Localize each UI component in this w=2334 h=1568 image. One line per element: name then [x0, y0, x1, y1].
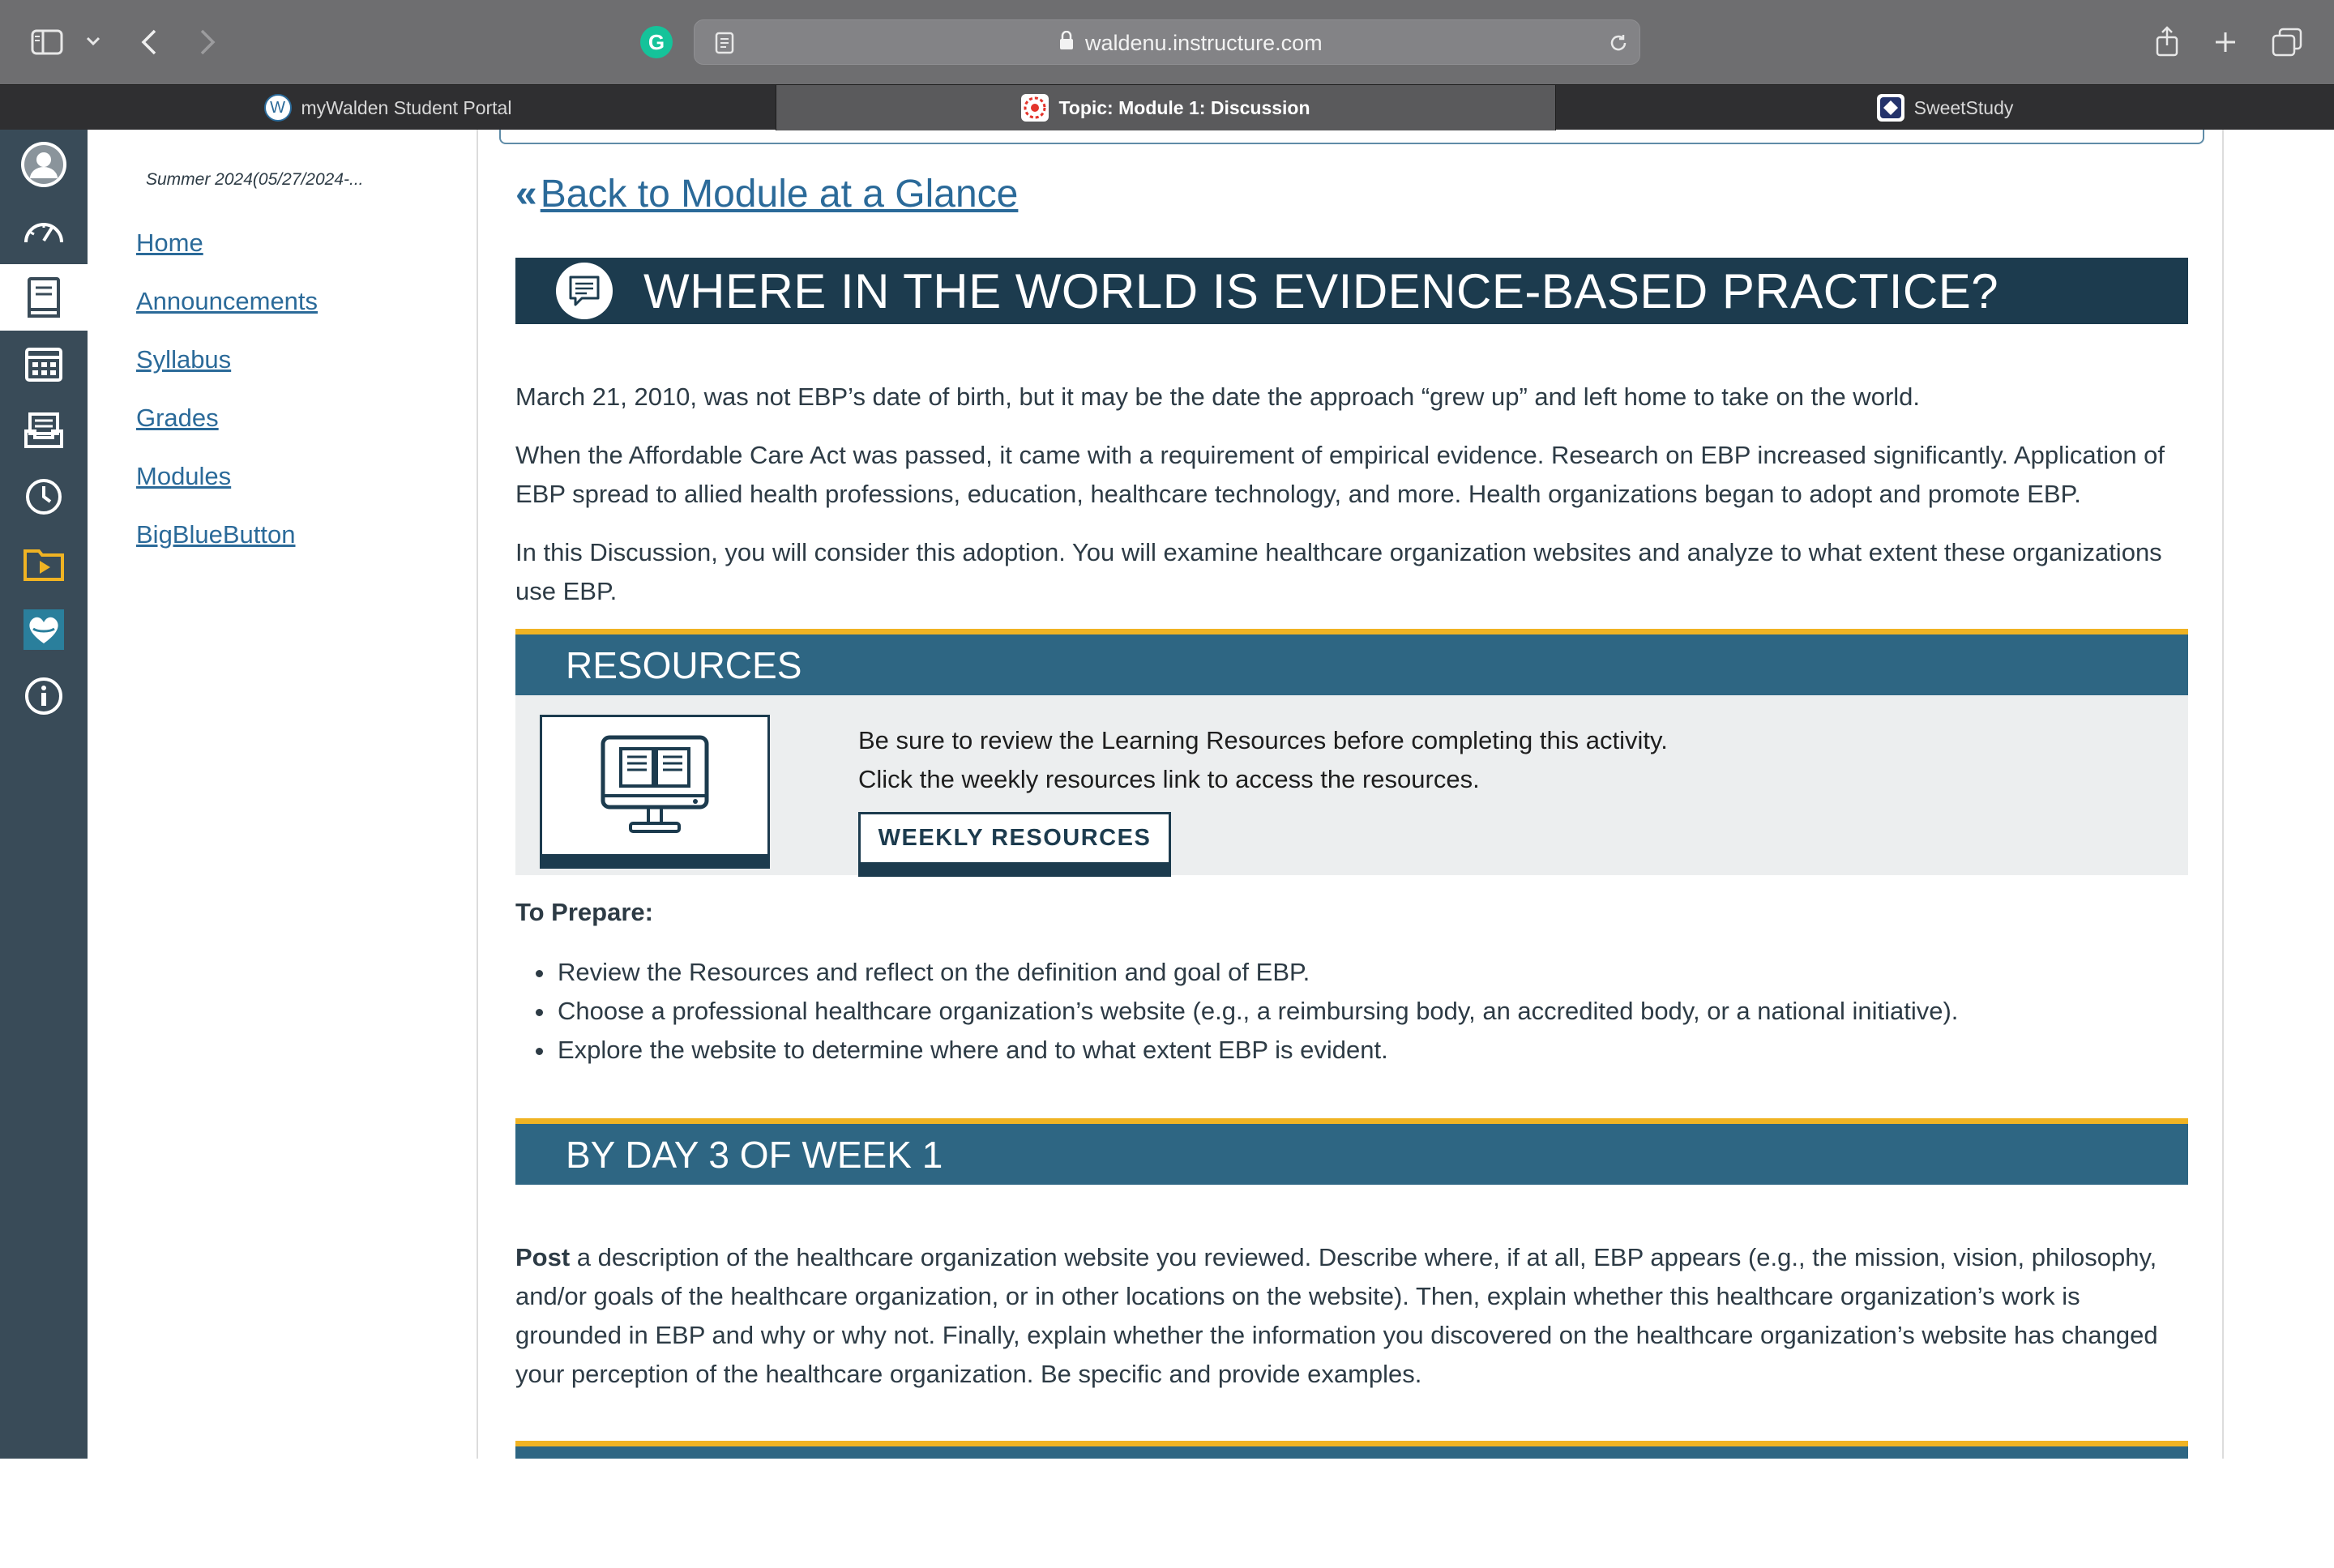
day3-heading-band: BY DAY 3 OF WEEK 1 [515, 1118, 2188, 1185]
resources-heading: RESOURCES [566, 643, 802, 686]
tab-label: SweetStudy [1913, 96, 2014, 118]
double-chevron-left-icon: « [515, 173, 537, 216]
back-to-module-link[interactable]: « Back to Module at a Glance [515, 172, 1018, 216]
day3-heading: BY DAY 3 OF WEEK 1 [566, 1133, 943, 1176]
resources-heading-band: RESOURCES [515, 629, 2188, 695]
to-prepare-heading: To Prepare: [515, 898, 653, 926]
intro-paragraph-2: When the Affordable Care Act was passed,… [515, 441, 2165, 508]
to-prepare-list: Review the Resources and reflect on the … [556, 953, 2201, 1070]
course-navigation: Summer 2024(05/27/2024-... Home Announce… [88, 130, 477, 1459]
resources-line-1: Be sure to review the Learning Resources… [858, 726, 1668, 754]
post-instructions-text: a description of the healthcare organiza… [515, 1243, 2158, 1388]
sidebar-toggle-icon[interactable] [29, 24, 65, 60]
history-clock-icon[interactable] [0, 464, 88, 530]
course-nav-grades[interactable]: Grades [136, 404, 219, 433]
reader-view-icon[interactable] [712, 30, 737, 56]
grammarly-extension-icon[interactable]: G [640, 26, 673, 58]
lock-icon [1059, 30, 1074, 56]
collapse-nav-arrow-icon[interactable] [21, 1532, 66, 1568]
sweetstudy-favicon-icon [1876, 94, 1904, 122]
tab-label: myWalden Student Portal [301, 96, 512, 118]
tab-label: Topic: Module 1: Discussion [1058, 96, 1310, 118]
discussion-content: « Back to Module at a Glance WHERE IN TH… [477, 130, 2224, 1459]
intro-paragraph-1: March 21, 2010, was not EBP’s date of bi… [515, 382, 1921, 411]
page-title: WHERE IN THE WORLD IS EVIDENCE-BASED PRA… [643, 263, 1999, 318]
help-info-icon[interactable] [0, 663, 88, 729]
reload-icon[interactable] [1607, 32, 1630, 54]
list-item: Explore the website to determine where a… [556, 1031, 2201, 1070]
forward-arrow-icon[interactable] [191, 24, 224, 60]
post-instructions: Post a description of the healthcare org… [515, 1238, 2193, 1394]
dashboard-icon[interactable] [0, 198, 88, 264]
address-bar[interactable]: waldenu.instructure.com [694, 19, 1640, 65]
tab-mywalden[interactable]: W myWalden Student Portal [0, 85, 776, 130]
intro-paragraph-3: In this Discussion, you will consider th… [515, 538, 2162, 605]
course-term: Summer 2024(05/27/2024-... [146, 170, 364, 189]
back-link-text: Back to Module at a Glance [540, 173, 1019, 216]
list-item: Choose a professional healthcare organiz… [556, 992, 2201, 1031]
course-nav-announcements[interactable]: Announcements [136, 287, 318, 316]
page-title-banner: WHERE IN THE WORLD IS EVIDENCE-BASED PRA… [515, 258, 2188, 324]
course-nav-bigbluebutton[interactable]: BigBlueButton [136, 520, 295, 549]
course-nav-syllabus[interactable]: Syllabus [136, 345, 231, 374]
back-arrow-icon[interactable] [133, 24, 165, 60]
chevron-down-icon[interactable] [81, 29, 105, 53]
new-tab-plus-icon[interactable] [2209, 26, 2242, 58]
browser-tab-bar: W myWalden Student Portal Topic: Module … [0, 84, 2334, 130]
studio-folder-icon[interactable] [0, 530, 88, 596]
calendar-icon[interactable] [0, 331, 88, 397]
inbox-icon[interactable] [0, 397, 88, 464]
account-avatar-icon[interactable] [0, 131, 88, 198]
resources-instructions: Be sure to review the Learning Resources… [858, 721, 1668, 799]
resources-line-2: Click the weekly resources link to acces… [858, 765, 1480, 793]
courses-icon[interactable] [0, 264, 88, 331]
tab-module-discussion[interactable]: Topic: Module 1: Discussion [776, 85, 1556, 130]
url-text: waldenu.instructure.com [1085, 30, 1323, 55]
scrolled-banner-edge [499, 130, 2204, 144]
course-nav-home[interactable]: Home [136, 229, 203, 258]
course-nav-modules[interactable]: Modules [136, 462, 231, 491]
canvas-favicon-icon [1021, 94, 1049, 122]
weekly-resources-button[interactable]: WEEKLY RESOURCES [858, 812, 1171, 877]
tab-sweetstudy[interactable]: SweetStudy [1556, 85, 2334, 130]
resources-box: Be sure to review the Learning Resources… [515, 695, 2188, 877]
share-icon[interactable] [2151, 23, 2183, 60]
computer-book-icon [540, 715, 770, 869]
next-section-band [515, 1441, 2188, 1459]
tab-overview-icon[interactable] [2269, 24, 2305, 60]
post-keyword: Post [515, 1243, 571, 1271]
discussion-bubble-icon [556, 263, 613, 319]
list-item: Review the Resources and reflect on the … [556, 953, 2201, 992]
browser-toolbar: G waldenu.instructure.com [0, 0, 2334, 84]
walden-favicon-icon: W [263, 94, 292, 122]
wellness-heart-icon[interactable] [0, 596, 88, 663]
global-navigation [0, 130, 88, 1561]
